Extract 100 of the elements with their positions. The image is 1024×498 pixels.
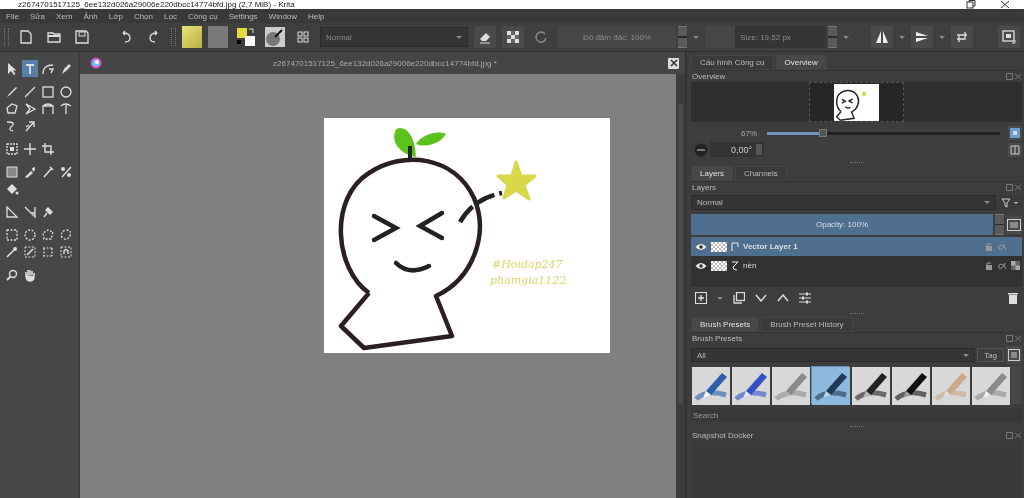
move-up-icon[interactable]: [777, 294, 789, 302]
menu-item[interactable]: Settings: [228, 11, 258, 21]
eraser-icon[interactable]: [474, 26, 496, 48]
wrap-around-icon[interactable]: [951, 26, 973, 48]
float-close-icon[interactable]: [1006, 335, 1022, 342]
menu-item[interactable]: Lọc: [164, 11, 177, 21]
foreground-background-colors[interactable]: [234, 26, 258, 48]
freehand-path-icon[interactable]: [58, 100, 74, 117]
caret-icon[interactable]: [939, 35, 945, 39]
eye-icon[interactable]: [695, 242, 707, 251]
move-down-icon[interactable]: [755, 294, 767, 302]
properties-sliders-icon[interactable]: [799, 292, 811, 304]
layer-opacity-slider[interactable]: Opacity: 100%: [691, 214, 993, 235]
triangle-ruler-icon[interactable]: [4, 203, 20, 220]
window-title: z2674701517125_6ee132d026a29006e220dbcc14774bfd.jpg (2,7 MiB) - Krita: [18, 0, 296, 9]
tag-filter-dropdown[interactable]: All: [691, 348, 976, 362]
polygon-icon[interactable]: [4, 100, 20, 117]
layer-row[interactable]: nền: [691, 256, 1022, 275]
menu-item[interactable]: Công cụ: [187, 11, 218, 21]
mirror-horizontal-icon[interactable]: [871, 26, 893, 48]
scrollbar[interactable]: [1011, 366, 1021, 404]
docker-tab[interactable]: Brush Preset History: [761, 317, 853, 332]
search-field[interactable]: Search: [691, 408, 1022, 422]
spin-buttons[interactable]: [995, 214, 1004, 235]
layer-row[interactable]: Vector Layer 1: [691, 237, 1022, 256]
layer-name: Vector Layer 1: [743, 242, 798, 251]
brush-preset-button[interactable]: [264, 26, 286, 48]
text-tool-icon[interactable]: [22, 60, 38, 77]
list-view-icon[interactable]: [1006, 346, 1022, 364]
document-tab[interactable]: z2674701517125_6ee132d026a29006e220dbcc14774bfd.jpg *: [102, 58, 668, 68]
similar-selection-icon[interactable]: [22, 243, 38, 260]
menu-item[interactable]: File: [6, 11, 19, 21]
docker-tab[interactable]: Layers: [691, 166, 733, 181]
brush-preset-thumbnail[interactable]: [691, 366, 729, 404]
menu-item[interactable]: Xem: [56, 11, 73, 21]
brush-preset-thumbnail[interactable]: [971, 366, 1009, 404]
menu-item[interactable]: Ảnh: [83, 11, 98, 21]
brush-preset-thumbnail[interactable]: [811, 366, 849, 404]
size-slider[interactable]: Size: 19,52 px: [705, 26, 826, 48]
layer-blend-dropdown[interactable]: Normal: [691, 195, 996, 210]
float-close-icon[interactable]: [1006, 73, 1022, 80]
menu-item[interactable]: Lớp: [108, 11, 123, 21]
brush-preset-thumbnail[interactable]: [771, 366, 809, 404]
book-icon[interactable]: [1008, 142, 1022, 157]
rotation-field[interactable]: 0,00°: [710, 142, 764, 157]
blend-mode-dropdown[interactable]: Normal: [320, 27, 468, 47]
float-close-icon[interactable]: [1006, 184, 1022, 191]
menu-item[interactable]: Sửa: [29, 11, 46, 21]
tag-button[interactable]: Tag: [977, 348, 1004, 362]
trash-icon[interactable]: [1008, 292, 1018, 304]
menu-item[interactable]: Help: [308, 11, 325, 21]
gradient-icon[interactable]: [4, 163, 20, 180]
properties-icon[interactable]: [1006, 215, 1022, 234]
magnetic-selection-icon[interactable]: [58, 243, 74, 260]
spin-buttons[interactable]: [678, 26, 687, 48]
ellipse-icon[interactable]: [58, 83, 74, 100]
polygon-selection-icon[interactable]: [40, 226, 56, 243]
close-icon[interactable]: [668, 57, 679, 69]
brush-preset-thumbnail[interactable]: [891, 366, 929, 404]
brush-preset-thumbnail[interactable]: [851, 366, 889, 404]
brush-preset-thumbnail[interactable]: [731, 366, 769, 404]
docker-tab[interactable]: Channels: [735, 166, 787, 181]
checkerboard-icon[interactable]: [502, 26, 524, 48]
rectangle-selection-icon[interactable]: [4, 226, 20, 243]
docker-tab[interactable]: Brush Presets: [691, 317, 760, 332]
add-layer-icon[interactable]: [695, 292, 707, 304]
gradient-swatch[interactable]: [182, 26, 202, 48]
caret-icon[interactable]: [899, 35, 905, 39]
scrollbar[interactable]: [676, 74, 685, 498]
caret-icon[interactable]: [717, 296, 723, 300]
rectangle-icon[interactable]: [40, 83, 56, 100]
toolbar-grip[interactable]: [4, 28, 9, 46]
caret-icon[interactable]: [843, 35, 849, 39]
crop-icon[interactable]: [40, 140, 56, 157]
toolbar-grip[interactable]: [171, 28, 176, 46]
colorize-mask-icon[interactable]: [40, 163, 56, 180]
ellipse-selection-icon[interactable]: [22, 226, 38, 243]
checkerboard-icon[interactable]: [1011, 261, 1020, 270]
lock-icon[interactable]: [985, 261, 993, 270]
eye-icon[interactable]: [695, 261, 707, 270]
bezier-curve-icon[interactable]: [40, 100, 56, 117]
pattern-swatch[interactable]: [208, 26, 228, 48]
rotate-dial-icon[interactable]: [694, 142, 708, 157]
brush-preset-thumbnail[interactable]: [931, 366, 969, 404]
float-close-icon[interactable]: [1006, 432, 1022, 439]
spin-buttons[interactable]: [828, 26, 837, 48]
menu-item[interactable]: Window: [268, 11, 298, 21]
mirror-vertical-icon[interactable]: [911, 26, 933, 48]
restore-icon[interactable]: [966, 0, 976, 9]
freehand-selection-icon[interactable]: [58, 226, 74, 243]
docker-tab[interactable]: Overview: [775, 55, 827, 70]
overview-preview[interactable]: [809, 82, 904, 122]
move-icon[interactable]: [22, 140, 38, 157]
transform-icon[interactable]: [4, 140, 20, 157]
close-icon[interactable]: [1000, 0, 1010, 9]
docker-tab[interactable]: Cấu hình Công cụ: [691, 55, 774, 70]
duplicate-layer-icon[interactable]: [733, 292, 745, 304]
caret-icon[interactable]: [693, 35, 699, 39]
canvas-only-icon[interactable]: [998, 26, 1020, 48]
menu-item[interactable]: Chọn: [133, 11, 153, 21]
